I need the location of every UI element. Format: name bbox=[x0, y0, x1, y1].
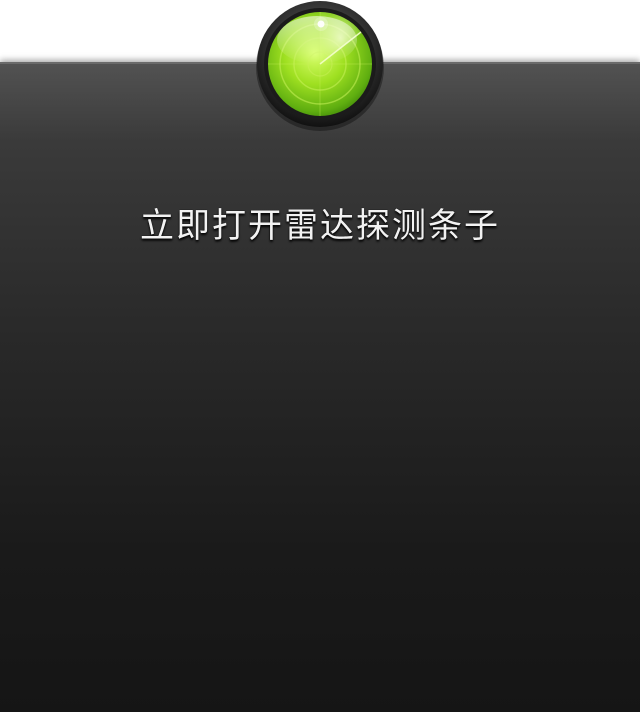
radar-icon bbox=[256, 1, 384, 131]
dark-panel bbox=[0, 62, 640, 712]
screen: 立即打开雷达探测条子 bbox=[0, 0, 640, 712]
radar-button[interactable] bbox=[255, 0, 385, 132]
page-title: 立即打开雷达探测条子 bbox=[140, 206, 500, 246]
